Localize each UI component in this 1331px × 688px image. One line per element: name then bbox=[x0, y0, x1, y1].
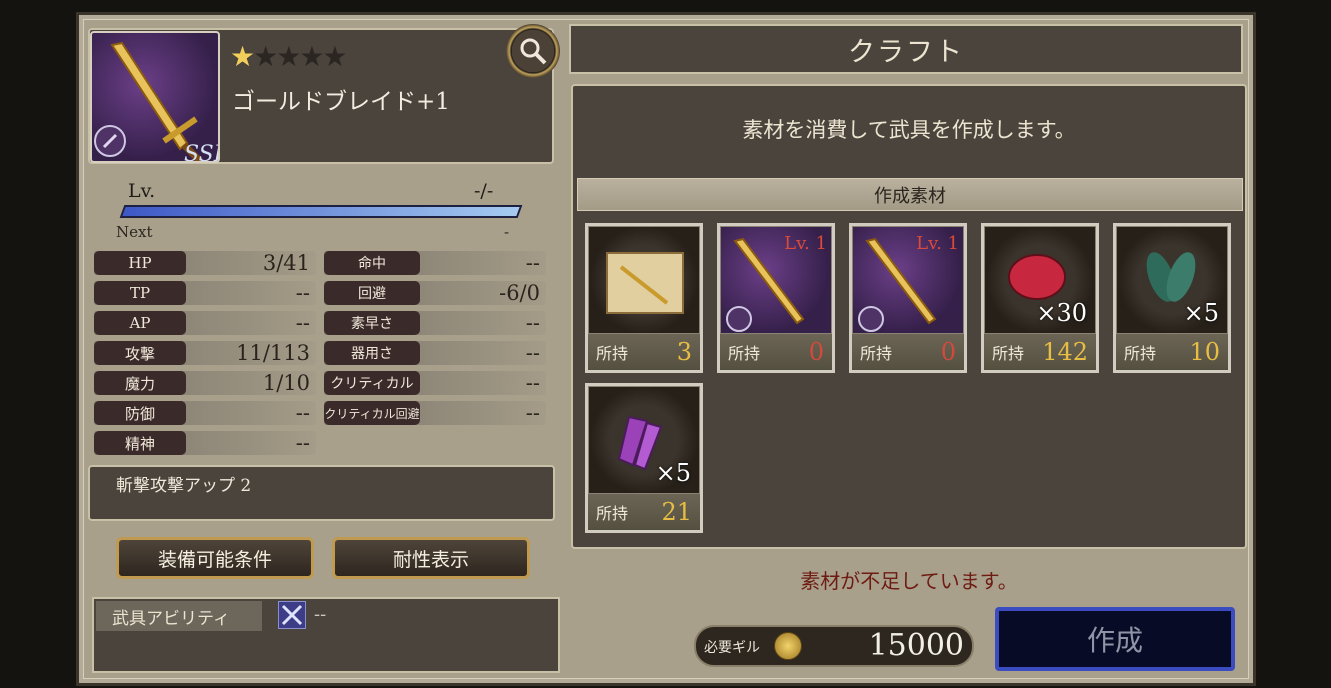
material-slot[interactable]: Lv. 1 所持 0 bbox=[849, 223, 967, 373]
craft-title: クラフト bbox=[569, 24, 1243, 74]
next-value: - bbox=[504, 223, 510, 241]
star-icon: ★ bbox=[230, 40, 255, 73]
stat-critical: クリティカル -- bbox=[324, 371, 546, 395]
search-icon bbox=[520, 38, 547, 65]
gold-sword-icon: SSR bbox=[94, 41, 220, 163]
ability-icon bbox=[278, 601, 306, 629]
material-slot[interactable]: 所持 3 bbox=[585, 223, 703, 373]
star-empty-icon: ★★★★ bbox=[253, 40, 347, 73]
stat-hp: HP 3/41 bbox=[94, 251, 316, 275]
stat-dexterity: 器用さ -- bbox=[324, 341, 546, 365]
material-slot[interactable]: Lv. 1 所持 0 bbox=[717, 223, 835, 373]
material-slot[interactable]: ×5 所持 10 bbox=[1113, 223, 1231, 373]
gil-coin-icon bbox=[774, 632, 802, 660]
level-label: Lv. bbox=[128, 180, 156, 202]
item-name: ゴールドブレイド+1 bbox=[232, 89, 450, 115]
create-button[interactable]: 作成 bbox=[995, 607, 1235, 671]
rarity-stars: ★★★★★ bbox=[230, 40, 348, 73]
stat-tp: TP -- bbox=[94, 281, 316, 305]
skill-text: 斬撃攻撃アップ 2 bbox=[88, 465, 555, 521]
stat-attack: 攻撃 11/113 bbox=[94, 341, 316, 365]
shortage-message: 素材が不足しています。 bbox=[800, 569, 1018, 593]
scroll-icon bbox=[606, 252, 684, 314]
craft-description: 素材を消費して武具を作成します。 bbox=[742, 118, 1076, 142]
material-slot[interactable]: ×5 所持 21 bbox=[585, 383, 703, 533]
stat-accuracy: 命中 -- bbox=[324, 251, 546, 275]
ability-tab: 武具アビリティ bbox=[96, 601, 262, 631]
level-value: -/- bbox=[474, 180, 494, 202]
magnify-button[interactable] bbox=[506, 24, 560, 78]
stat-spirit: 精神 -- bbox=[94, 431, 316, 455]
crossed-swords-icon bbox=[281, 604, 303, 626]
gil-label: 必要ギル bbox=[704, 640, 760, 656]
materials-header: 作成素材 bbox=[577, 178, 1243, 211]
material-slot[interactable]: ×30 所持 142 bbox=[981, 223, 1099, 373]
ability-value: -- bbox=[314, 604, 327, 625]
stat-defense: 防御 -- bbox=[94, 401, 316, 425]
rarity-badge: SSR bbox=[184, 142, 220, 163]
stat-speed: 素早さ -- bbox=[324, 311, 546, 335]
stat-ap: AP -- bbox=[94, 311, 316, 335]
stat-critical-evasion: クリティカル回避 -- bbox=[324, 401, 546, 425]
item-portrait: SSR bbox=[90, 31, 220, 163]
exp-bar bbox=[119, 205, 523, 218]
equip-conditions-button[interactable]: 装備可能条件 bbox=[116, 537, 314, 579]
next-label: Next bbox=[116, 223, 153, 241]
stat-magic: 魔力 1/10 bbox=[94, 371, 316, 395]
stat-evasion: 回避 -6/0 bbox=[324, 281, 546, 305]
gil-value: 15000 bbox=[868, 628, 964, 663]
resistance-button[interactable]: 耐性表示 bbox=[332, 537, 530, 579]
